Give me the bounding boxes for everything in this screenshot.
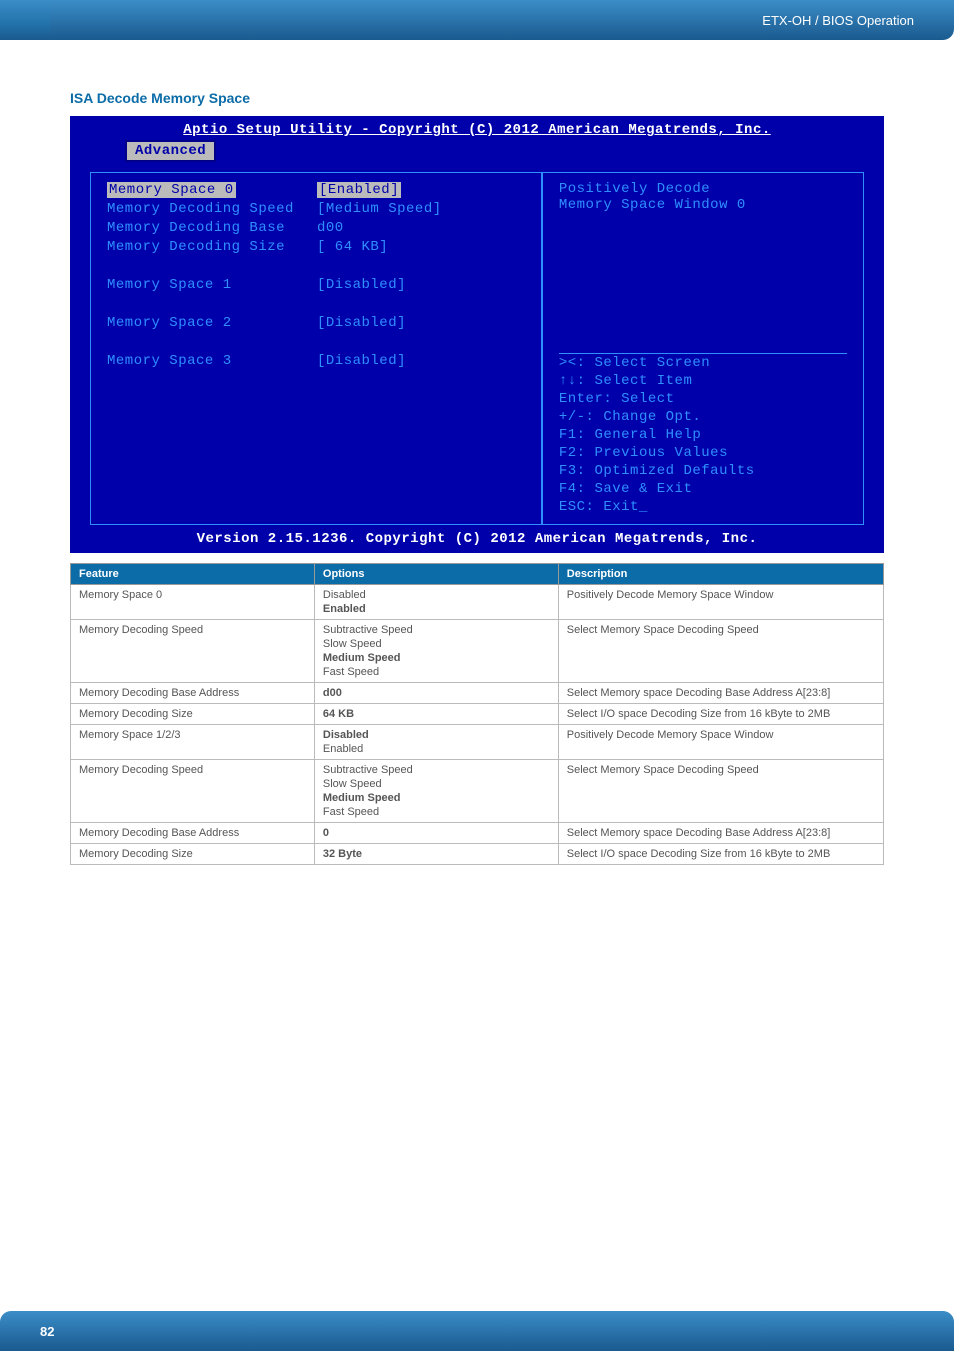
- section-title: ISA Decode Memory Space: [70, 90, 884, 106]
- cell-feature: Memory Decoding Base Address: [71, 823, 315, 844]
- cell-feature: Memory Decoding Size: [71, 844, 315, 865]
- bios-title: Aptio Setup Utility - Copyright (C) 2012…: [70, 116, 884, 138]
- breadcrumb: ETX-OH / BIOS Operation: [762, 13, 914, 28]
- bios-value: [Enabled]: [317, 182, 401, 198]
- cell-description: Select Memory space Decoding Base Addres…: [558, 823, 883, 844]
- cell-options: 32 Byte: [314, 844, 558, 865]
- bios-tabs: Advanced: [70, 140, 884, 162]
- bios-label: Memory Decoding Base: [107, 219, 317, 238]
- bios-value: d00: [317, 219, 525, 238]
- bios-value: [Disabled]: [317, 276, 525, 295]
- page-footer: 82: [0, 1311, 954, 1351]
- cell-options: 0: [314, 823, 558, 844]
- cell-feature: Memory Decoding Speed: [71, 760, 315, 823]
- table-row: Memory Decoding SpeedSubtractive SpeedSl…: [71, 760, 884, 823]
- cell-options: d00: [314, 683, 558, 704]
- cell-options: Subtractive SpeedSlow SpeedMedium SpeedF…: [314, 760, 558, 823]
- bios-row-memory-space-0[interactable]: Memory Space 0 [Enabled]: [107, 181, 525, 200]
- bios-footer: Version 2.15.1236. Copyright (C) 2012 Am…: [70, 525, 884, 553]
- bios-row-memory-space-2[interactable]: Memory Space 2 [Disabled]: [107, 314, 525, 333]
- bios-label: Memory Space 0: [107, 182, 236, 198]
- bios-value: [Medium Speed]: [317, 200, 525, 219]
- table-row: Memory Space 1/2/3DisabledEnabledPositiv…: [71, 725, 884, 760]
- bios-label: Memory Decoding Size: [107, 238, 317, 257]
- cell-description: Select I/O space Decoding Size from 16 k…: [558, 704, 883, 725]
- bios-nav-line: F2: Previous Values: [559, 444, 847, 462]
- bios-row-memory-space-1[interactable]: Memory Space 1 [Disabled]: [107, 276, 525, 295]
- bios-help-line: Memory Space Window 0: [559, 197, 847, 213]
- bios-nav-line: ESC: Exit_: [559, 498, 847, 516]
- bios-nav-line: F1: General Help: [559, 426, 847, 444]
- cell-description: Positively Decode Memory Space Window: [558, 585, 883, 620]
- table-header-description: Description: [558, 564, 883, 585]
- cell-description: Select Memory Space Decoding Speed: [558, 620, 883, 683]
- cell-options: Subtractive SpeedSlow SpeedMedium SpeedF…: [314, 620, 558, 683]
- bios-value: [Disabled]: [317, 352, 525, 371]
- cell-description: Positively Decode Memory Space Window: [558, 725, 883, 760]
- bios-screenshot: Aptio Setup Utility - Copyright (C) 2012…: [70, 116, 884, 553]
- bios-value: [Disabled]: [317, 314, 525, 333]
- bios-nav-line: F4: Save & Exit: [559, 480, 847, 498]
- bios-nav-line: ↑↓: Select Item: [559, 372, 847, 390]
- page-header: ETX-OH / BIOS Operation: [0, 0, 954, 40]
- cell-description: Select Memory Space Decoding Speed: [558, 760, 883, 823]
- bios-label: Memory Space 1: [107, 276, 317, 295]
- page-number: 82: [40, 1324, 54, 1339]
- table-header-feature: Feature: [71, 564, 315, 585]
- table-row: Memory Decoding Size32 ByteSelect I/O sp…: [71, 844, 884, 865]
- cell-feature: Memory Decoding Speed: [71, 620, 315, 683]
- bios-row-memory-decoding-speed[interactable]: Memory Decoding Speed [Medium Speed]: [107, 200, 525, 219]
- table-header-options: Options: [314, 564, 558, 585]
- table-row: Memory Space 0DisabledEnabledPositively …: [71, 585, 884, 620]
- bios-nav-help: ><: Select Screen ↑↓: Select Item Enter:…: [559, 353, 847, 516]
- bios-row-memory-decoding-size[interactable]: Memory Decoding Size [ 64 KB]: [107, 238, 525, 257]
- cell-options: DisabledEnabled: [314, 725, 558, 760]
- table-header-row: Feature Options Description: [71, 564, 884, 585]
- cell-description: Select Memory space Decoding Base Addres…: [558, 683, 883, 704]
- table-row: Memory Decoding Size64 KBSelect I/O spac…: [71, 704, 884, 725]
- table-row: Memory Decoding Base Addressd00Select Me…: [71, 683, 884, 704]
- cell-feature: Memory Space 0: [71, 585, 315, 620]
- bios-main-panel: Memory Space 0 [Enabled] Memory Decoding…: [90, 172, 543, 525]
- cell-description: Select I/O space Decoding Size from 16 k…: [558, 844, 883, 865]
- header-tab-decoration: [0, 0, 50, 40]
- table-row: Memory Decoding SpeedSubtractive SpeedSl…: [71, 620, 884, 683]
- cell-options: 64 KB: [314, 704, 558, 725]
- bios-label: Memory Decoding Speed: [107, 200, 317, 219]
- bios-nav-line: Enter: Select: [559, 390, 847, 408]
- bios-tab-advanced[interactable]: Advanced: [125, 140, 216, 162]
- bios-help-line: Positively Decode: [559, 181, 847, 197]
- bios-row-memory-decoding-base[interactable]: Memory Decoding Base d00: [107, 219, 525, 238]
- feature-table: Feature Options Description Memory Space…: [70, 563, 884, 865]
- cell-feature: Memory Decoding Size: [71, 704, 315, 725]
- bios-nav-line: +/-: Change Opt.: [559, 408, 847, 426]
- cell-feature: Memory Decoding Base Address: [71, 683, 315, 704]
- table-row: Memory Decoding Base Address0Select Memo…: [71, 823, 884, 844]
- bios-row-memory-space-3[interactable]: Memory Space 3 [Disabled]: [107, 352, 525, 371]
- bios-nav-line: ><: Select Screen: [559, 354, 847, 372]
- bios-help-panel: Positively Decode Memory Space Window 0 …: [543, 172, 864, 525]
- bios-label: Memory Space 2: [107, 314, 317, 333]
- cell-options: DisabledEnabled: [314, 585, 558, 620]
- bios-value: [ 64 KB]: [317, 238, 525, 257]
- bios-nav-line: F3: Optimized Defaults: [559, 462, 847, 480]
- bios-label: Memory Space 3: [107, 352, 317, 371]
- cell-feature: Memory Space 1/2/3: [71, 725, 315, 760]
